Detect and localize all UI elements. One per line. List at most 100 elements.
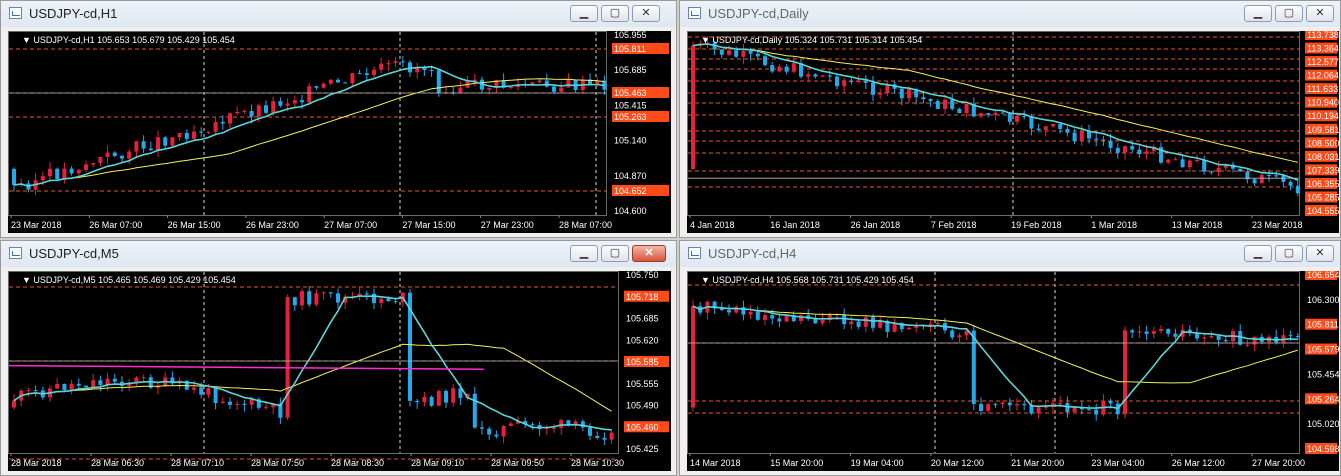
- chart-window-h1[interactable]: USDJPY-cd,H1 ▁ ▢ ✕ 105.955 105.685 105.415…: [0, 0, 677, 238]
- chart-canvas: 113.738 113.364 112.577 112.064 111.633 110.9…: [687, 31, 1339, 230]
- svg-text:110.940: 110.940: [1307, 98, 1339, 108]
- candle-body: [105, 152, 110, 157]
- candle-body: [1000, 402, 1005, 405]
- plot-frame: [8, 271, 619, 454]
- moving-average-magenta: [8, 364, 484, 371]
- candle-body: [950, 99, 955, 109]
- chart-window-m5[interactable]: USDJPY-cd,M5 ▁ ▢ ✕ 105.750 105.718 105.685…: [0, 240, 677, 476]
- candle-body: [242, 110, 247, 112]
- candle-body: [1209, 171, 1214, 173]
- svg-text:106.300: 106.300: [1307, 295, 1339, 305]
- candle-body: [1036, 407, 1041, 414]
- candle-body: [1195, 159, 1199, 161]
- candle-body: [379, 298, 384, 304]
- svg-text:108.500: 108.500: [1307, 138, 1339, 148]
- time-axis-label: 4 Jan 2018: [690, 220, 735, 230]
- candle-body: [1007, 112, 1012, 122]
- candle-body: [552, 86, 556, 92]
- candle-body: [393, 61, 398, 64]
- chart-window-icon: [9, 7, 22, 19]
- candle-body: [763, 56, 767, 66]
- svg-text:104.870: 104.870: [614, 171, 647, 181]
- price-axis-label: 105.490: [626, 401, 659, 411]
- title-bar[interactable]: USDJPY-cd,M5 ▁ ▢ ✕: [1, 241, 676, 267]
- maximize-button[interactable]: ▢: [1275, 245, 1303, 262]
- candle-body: [112, 152, 117, 156]
- candle-body: [235, 111, 240, 114]
- candle-body: [228, 113, 232, 124]
- candle-body: [163, 137, 168, 146]
- candle-body: [206, 131, 211, 133]
- candle-body: [84, 385, 88, 388]
- chart-window-daily[interactable]: USDJPY-cd,Daily ▁ ▢ ✕ 113.738 113.364 112.…: [679, 0, 1341, 238]
- candle-body: [907, 89, 911, 99]
- candle-body: [170, 137, 175, 146]
- maximize-button[interactable]: ▢: [601, 5, 629, 22]
- price-axis-label: 105.750: [626, 271, 659, 280]
- maximize-button[interactable]: ▢: [1275, 5, 1303, 22]
- price-chart[interactable]: 113.738 113.364 112.577 112.064 111.633 110.9…: [687, 31, 1339, 233]
- minimize-button[interactable]: ▁: [570, 5, 598, 22]
- candle-body: [307, 291, 312, 305]
- chart-window-h4[interactable]: USDJPY-cd,H4 ▁ ▢ ✕ 106.654 106.300 105.811…: [679, 240, 1341, 476]
- price-axis-label: 105.460: [624, 421, 669, 433]
- candle-body: [907, 327, 911, 330]
- minimize-button[interactable]: ▁: [1244, 5, 1272, 22]
- close-button[interactable]: ✕: [632, 5, 660, 22]
- candle-body: [1123, 146, 1127, 153]
- time-axis-label: 26 Mar 12:00: [1172, 458, 1225, 468]
- price-axis-label: 105.425: [626, 444, 659, 454]
- svg-text:110.194: 110.194: [1307, 111, 1339, 121]
- candle-body: [12, 169, 16, 185]
- time-axis-label: 26 Mar 07:00: [89, 220, 142, 230]
- price-chart[interactable]: 105.955 105.685 105.415 105.140 104.870 104.6…: [8, 31, 671, 233]
- candle-body: [1101, 139, 1106, 141]
- candle-body: [199, 387, 204, 395]
- svg-text:104.652: 104.652: [614, 186, 647, 196]
- maximize-button[interactable]: ▢: [601, 245, 629, 262]
- time-axis-label: 1 Mar 2018: [1091, 220, 1137, 230]
- candle-body: [935, 323, 940, 325]
- candle-body: [1267, 175, 1271, 177]
- candle-body: [141, 141, 146, 149]
- price-axis-label: 108.500: [1305, 137, 1339, 149]
- svg-text:104.600: 104.600: [614, 206, 647, 216]
- candle-body: [827, 75, 832, 77]
- candle-body: [849, 81, 854, 83]
- candle-body: [835, 76, 839, 87]
- candle-body: [314, 293, 319, 305]
- title-bar[interactable]: USDJPY-cd,H4 ▁ ▢ ✕: [680, 241, 1340, 267]
- title-bar[interactable]: USDJPY-cd,Daily ▁ ▢ ✕: [680, 1, 1340, 27]
- minimize-button[interactable]: ▁: [1244, 245, 1272, 262]
- candle-body: [791, 63, 796, 72]
- close-button[interactable]: ✕: [632, 245, 666, 262]
- svg-text:105.620: 105.620: [626, 335, 659, 345]
- candle-body: [530, 424, 535, 426]
- candle-body: [1245, 344, 1250, 346]
- candle-body: [755, 311, 760, 320]
- symbol-header: ▼ USDJPY-cd,Daily 105.324 105.731 105.31…: [701, 35, 923, 45]
- close-button[interactable]: ✕: [1306, 5, 1334, 22]
- minimize-button[interactable]: ▁: [570, 245, 598, 262]
- candle-body: [192, 387, 196, 390]
- time-axis-label: 27 Mar 07:00: [324, 220, 377, 230]
- svg-text:107.339: 107.339: [1307, 165, 1339, 175]
- price-chart[interactable]: 106.654 106.300 105.811 105.579 105.454 105.2…: [687, 271, 1339, 471]
- candle-body: [957, 335, 962, 338]
- chart-canvas: 105.955 105.685 105.415 105.140 104.870 104.6…: [8, 31, 669, 230]
- candle-body: [55, 168, 60, 179]
- candle-body: [220, 121, 225, 124]
- candle-body: [285, 103, 290, 106]
- candle-body: [458, 87, 463, 94]
- candle-body: [580, 421, 585, 428]
- price-chart[interactable]: 105.750 105.718 105.685 105.620 105.585 105.5…: [8, 271, 671, 471]
- candle-body: [1000, 112, 1005, 114]
- candle-body: [820, 319, 825, 324]
- candle-body: [1252, 179, 1257, 184]
- title-bar[interactable]: USDJPY-cd,H1 ▁ ▢ ✕: [1, 1, 676, 27]
- candle-body: [863, 317, 868, 327]
- close-button[interactable]: ✕: [1306, 245, 1334, 262]
- candle-body: [415, 400, 420, 403]
- candle-body: [719, 49, 724, 55]
- time-axis-label: 23 Mar 04:00: [1091, 458, 1144, 468]
